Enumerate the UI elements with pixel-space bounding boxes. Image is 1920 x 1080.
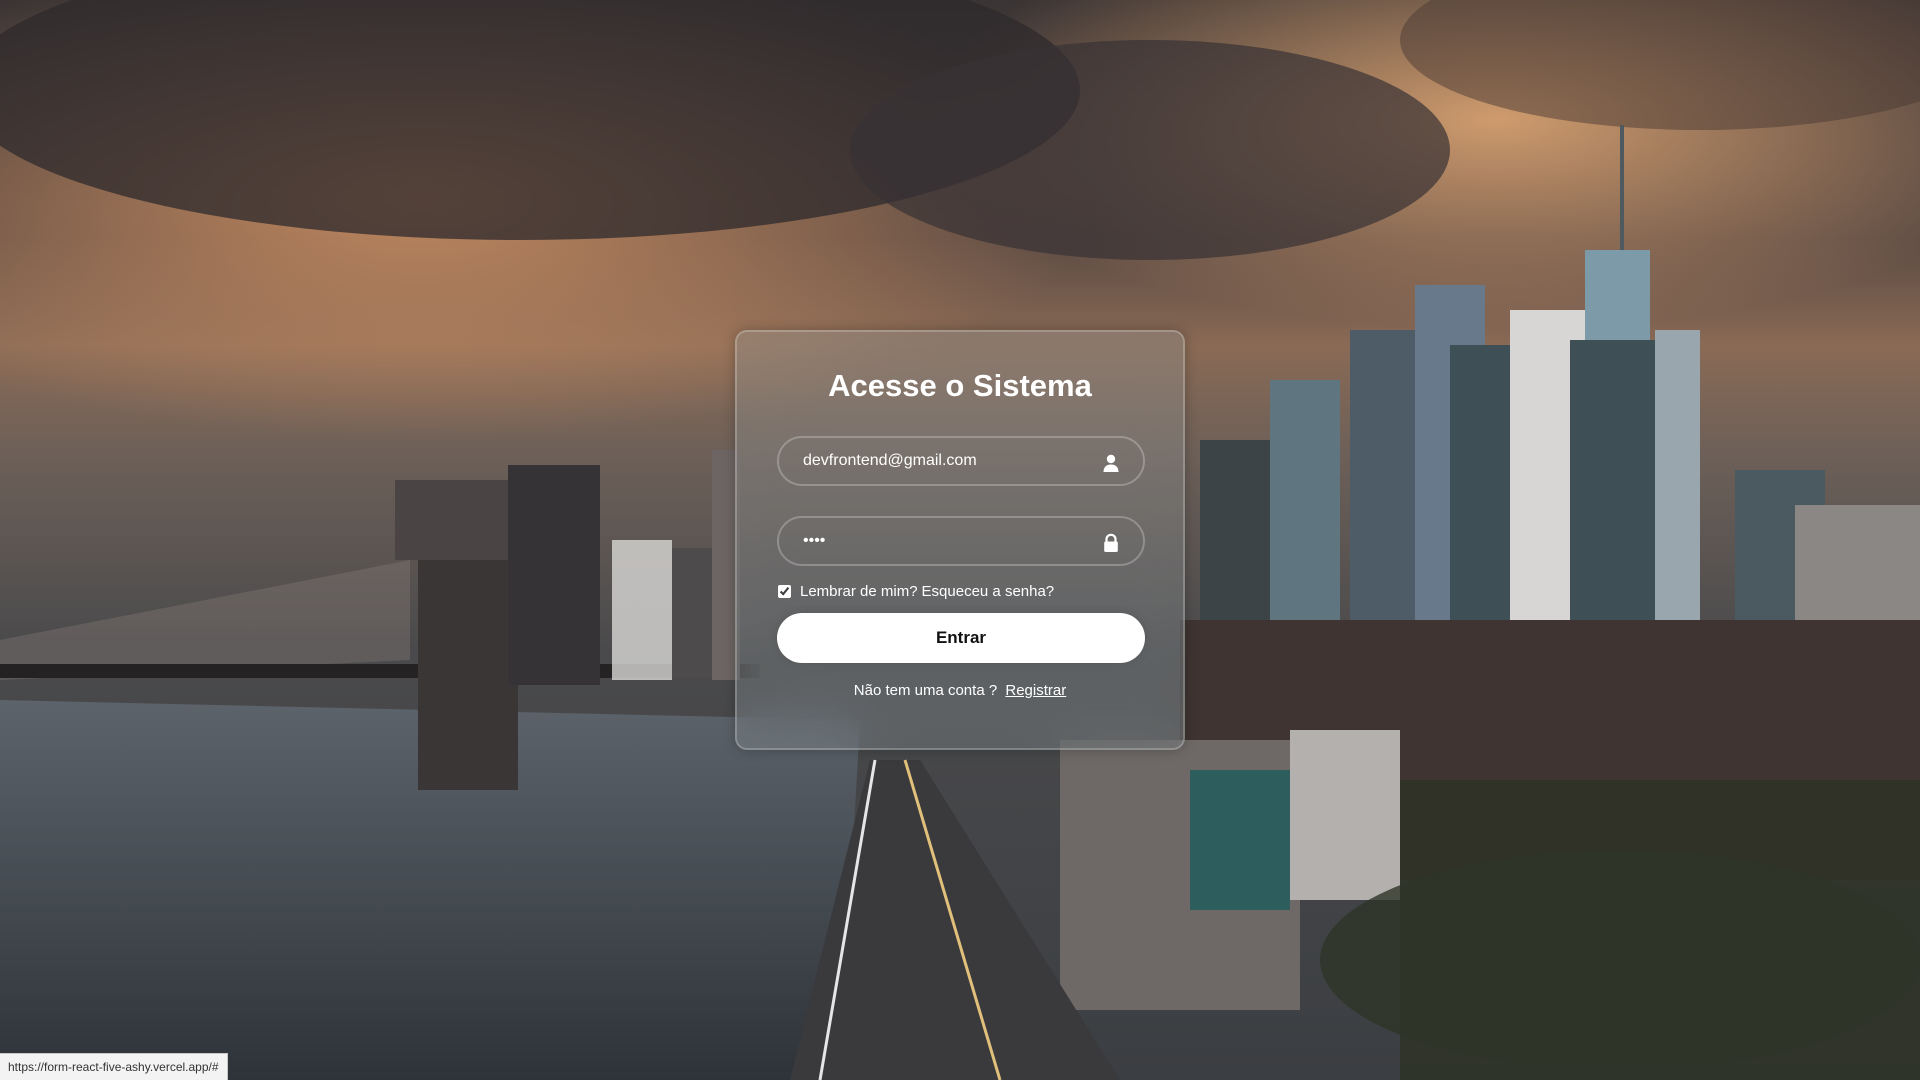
password-input-box (777, 516, 1145, 566)
status-bar-url: https://form-react-five-ashy.vercel.app/… (0, 1053, 228, 1080)
email-input-box (777, 436, 1145, 486)
login-title: Acesse o Sistema (828, 368, 1092, 403)
submit-button[interactable]: Entrar (777, 613, 1145, 663)
forgot-password-link[interactable]: Esqueceu a senha? (922, 583, 1055, 600)
login-form: Acesse o Sistema Lembrar de mim? Esquece… (735, 330, 1185, 750)
signup-row: Não tem uma conta ? Registrar (737, 682, 1183, 699)
email-field[interactable] (779, 438, 1143, 484)
remember-label: Lembrar de mim? (800, 582, 918, 600)
signup-text: Não tem uma conta ? (853, 682, 998, 699)
password-field[interactable] (779, 518, 1143, 564)
user-icon (1103, 454, 1119, 472)
remember-checkbox[interactable] (778, 584, 791, 598)
lock-icon (1104, 533, 1118, 552)
remember-row: Lembrar de mim? Esqueceu a senha? (777, 580, 1054, 602)
signup-link[interactable]: Registrar (1005, 682, 1066, 699)
